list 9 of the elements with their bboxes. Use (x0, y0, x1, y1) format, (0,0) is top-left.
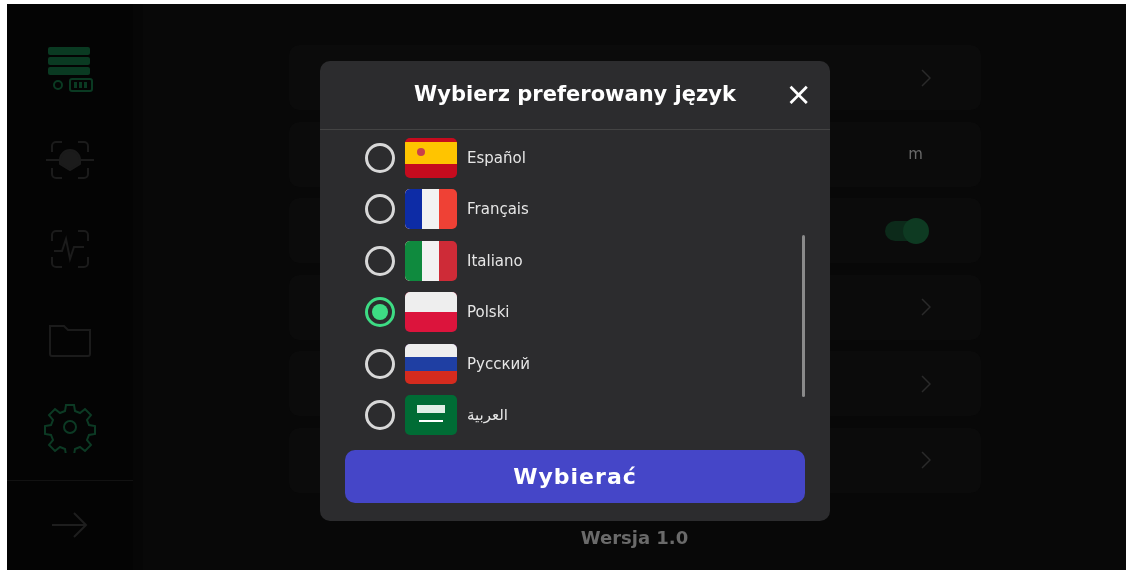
language-label: العربية (467, 405, 508, 426)
dialog-title: Wybierz preferowany język (414, 82, 736, 108)
language-label: Italiano (467, 250, 523, 272)
language-label: Русский (467, 353, 530, 375)
row-value: m (907, 143, 924, 165)
language-label: Español (467, 147, 526, 169)
language-label: Français (467, 199, 529, 220)
version-label: Wersja 1.0 (580, 526, 689, 550)
language-label: Polski (467, 302, 510, 323)
